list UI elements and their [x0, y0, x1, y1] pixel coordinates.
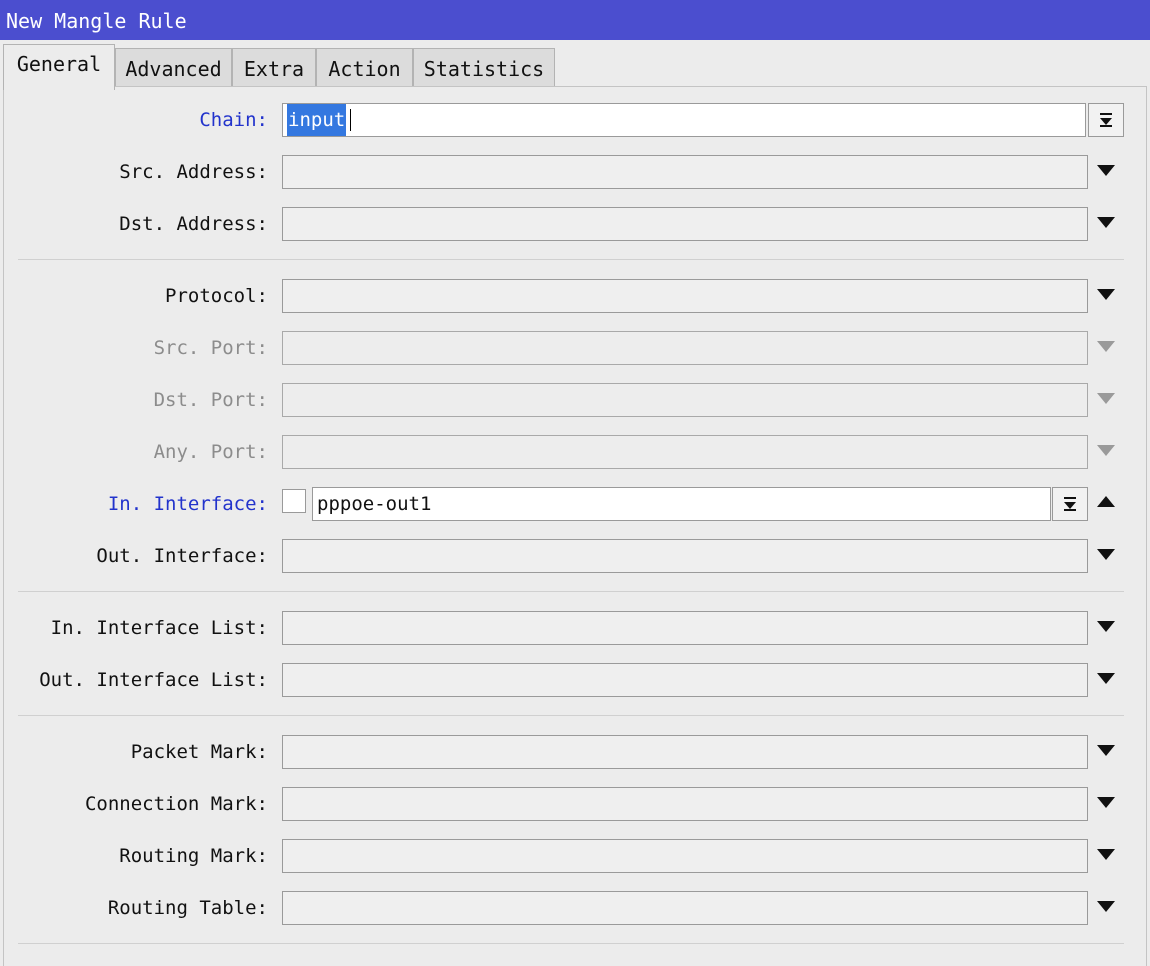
routing-mark-label: Routing Mark:: [119, 845, 268, 867]
out-interface-input[interactable]: [282, 539, 1088, 573]
in-interface-select-button[interactable]: [1052, 487, 1088, 521]
window-title: New Mangle Rule: [0, 0, 1150, 40]
triangle-down-icon: [1097, 549, 1115, 560]
triangle-down-icon: [1097, 165, 1115, 176]
triangle-down-icon: [1097, 621, 1115, 632]
triangle-down-icon: [1097, 673, 1115, 684]
routing-table-label: Routing Table:: [107, 897, 268, 919]
any-port-input[interactable]: [282, 435, 1088, 469]
packet-mark-input[interactable]: [282, 735, 1088, 769]
section-divider: [18, 591, 1124, 592]
tab-extra[interactable]: Extra: [232, 48, 316, 88]
src-address-row: Src. Address:: [0, 155, 1150, 189]
chain-value: input: [287, 104, 347, 136]
in-interface-list-dropdown-button[interactable]: [1097, 621, 1115, 633]
tab-advanced[interactable]: Advanced: [115, 48, 232, 88]
dst-address-label: Dst. Address:: [119, 213, 268, 235]
tab-action[interactable]: Action: [316, 48, 413, 88]
triangle-down-icon: [1097, 393, 1115, 404]
src-address-dropdown-button[interactable]: [1097, 165, 1115, 177]
routing-mark-dropdown-button[interactable]: [1097, 849, 1115, 861]
out-interface-list-dropdown-button[interactable]: [1097, 673, 1115, 685]
in-interface-list-input[interactable]: [282, 611, 1088, 645]
src-port-row: Src. Port:: [0, 331, 1150, 365]
triangle-down-icon: [1097, 341, 1115, 352]
protocol-input[interactable]: [282, 279, 1088, 313]
packet-mark-row: Packet Mark:: [0, 735, 1150, 769]
dst-address-dropdown-button[interactable]: [1097, 217, 1115, 229]
out-interface-label: Out. Interface:: [96, 545, 268, 567]
any-port-row: Any. Port:: [0, 435, 1150, 469]
routing-table-input[interactable]: [282, 891, 1088, 925]
triangle-down-icon: [1097, 901, 1115, 912]
in-interface-negate-checkbox[interactable]: [282, 489, 306, 513]
any-port-dropdown-button[interactable]: [1097, 445, 1115, 457]
triangle-down-icon: [1097, 445, 1115, 456]
out-interface-list-row: Out. Interface List:: [0, 663, 1150, 697]
chain-row: Chain: input: [0, 103, 1150, 137]
protocol-label: Protocol:: [165, 285, 268, 307]
text-cursor: [350, 109, 351, 131]
dst-port-label: Dst. Port:: [153, 389, 268, 411]
connection-mark-dropdown-button[interactable]: [1097, 797, 1115, 809]
select-list-icon: [1100, 113, 1112, 127]
chain-label: Chain:: [199, 109, 268, 131]
in-interface-label: In. Interface:: [107, 493, 268, 515]
triangle-down-icon: [1097, 797, 1115, 808]
src-port-input[interactable]: [282, 331, 1088, 365]
connection-mark-input[interactable]: [282, 787, 1088, 821]
chain-input[interactable]: input: [282, 103, 1086, 137]
dst-address-input[interactable]: [282, 207, 1088, 241]
dst-port-row: Dst. Port:: [0, 383, 1150, 417]
tab-general[interactable]: General: [3, 44, 115, 90]
in-interface-row: In. Interface: pppoe-out1: [0, 487, 1150, 521]
routing-table-row: Routing Table:: [0, 891, 1150, 925]
in-interface-list-label: In. Interface List:: [50, 617, 268, 639]
chain-select-button[interactable]: [1088, 103, 1124, 137]
in-interface-list-row: In. Interface List:: [0, 611, 1150, 645]
in-interface-value: pppoe-out1: [317, 493, 432, 515]
protocol-row: Protocol:: [0, 279, 1150, 313]
any-port-label: Any. Port:: [153, 441, 268, 463]
src-address-label: Src. Address:: [119, 161, 268, 183]
section-divider: [18, 943, 1124, 944]
dst-port-dropdown-button[interactable]: [1097, 393, 1115, 405]
triangle-down-icon: [1097, 289, 1115, 300]
select-list-icon: [1064, 497, 1076, 511]
dst-port-input[interactable]: [282, 383, 1088, 417]
protocol-dropdown-button[interactable]: [1097, 289, 1115, 301]
tab-statistics[interactable]: Statistics: [413, 48, 555, 88]
packet-mark-label: Packet Mark:: [130, 741, 268, 763]
src-port-label: Src. Port:: [153, 337, 268, 359]
connection-mark-label: Connection Mark:: [84, 793, 268, 815]
section-divider: [18, 259, 1124, 260]
out-interface-dropdown-button[interactable]: [1097, 549, 1115, 561]
triangle-down-icon: [1097, 217, 1115, 228]
routing-mark-input[interactable]: [282, 839, 1088, 873]
routing-mark-row: Routing Mark:: [0, 839, 1150, 873]
routing-table-dropdown-button[interactable]: [1097, 901, 1115, 913]
src-address-input[interactable]: [282, 155, 1088, 189]
dst-address-row: Dst. Address:: [0, 207, 1150, 241]
section-divider: [18, 715, 1124, 716]
src-port-dropdown-button[interactable]: [1097, 341, 1115, 353]
connection-mark-row: Connection Mark:: [0, 787, 1150, 821]
out-interface-row: Out. Interface:: [0, 539, 1150, 573]
triangle-up-icon: [1097, 496, 1115, 507]
triangle-down-icon: [1097, 849, 1115, 860]
out-interface-list-label: Out. Interface List:: [39, 669, 268, 691]
in-interface-input[interactable]: pppoe-out1: [312, 487, 1051, 521]
in-interface-collapse-button[interactable]: [1097, 496, 1115, 508]
packet-mark-dropdown-button[interactable]: [1097, 745, 1115, 757]
triangle-down-icon: [1097, 745, 1115, 756]
out-interface-list-input[interactable]: [282, 663, 1088, 697]
